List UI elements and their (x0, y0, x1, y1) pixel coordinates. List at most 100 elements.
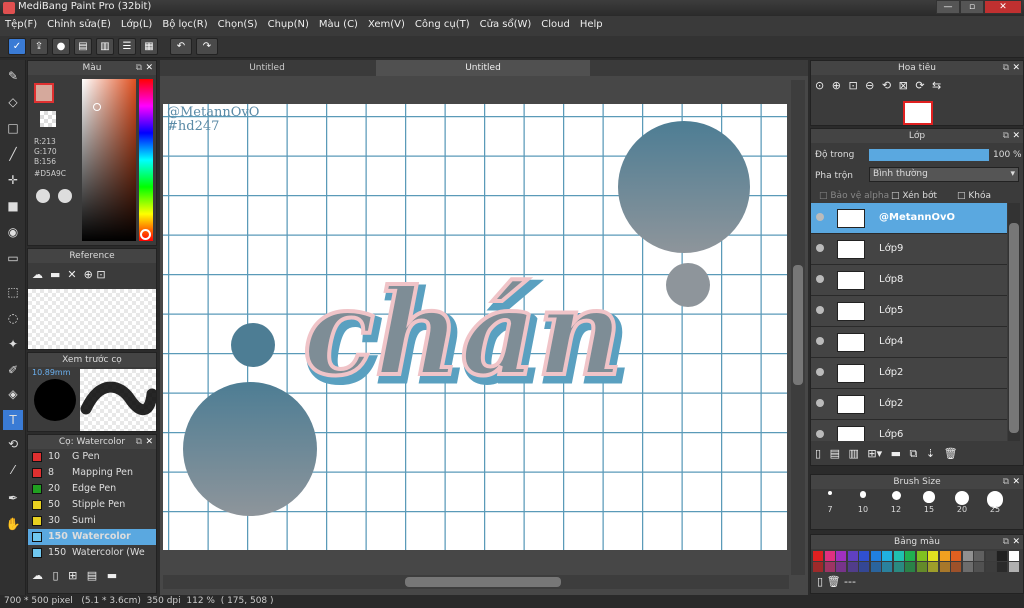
menu-select[interactable]: Chọn(S) (213, 16, 263, 33)
select-tool-icon[interactable]: ⬚ (3, 282, 23, 302)
zoom-in-icon[interactable]: ⊕ (832, 79, 841, 92)
palette-swatch[interactable] (1008, 551, 1019, 561)
drawing-canvas[interactable]: chán chán @MetannOvO #hd247 (163, 104, 787, 550)
select-pen-icon[interactable]: ✐ (3, 360, 23, 380)
palette-swatch[interactable] (824, 551, 835, 561)
upload-icon[interactable]: ⇪ (30, 38, 48, 55)
close-icon[interactable]: ✕ (1012, 61, 1020, 75)
close-icon[interactable]: ✕ (67, 268, 76, 281)
new-8bit-layer-icon[interactable]: ▥ (848, 447, 858, 460)
clipping-checkbox[interactable]: □ Xén bớt (891, 191, 937, 201)
protect-alpha-checkbox[interactable]: □ Bảo vệ alpha (819, 191, 889, 201)
brush-item[interactable]: 50 Stipple Pen (28, 497, 156, 513)
palette-swatch[interactable] (870, 562, 881, 572)
redo-button[interactable]: ↷ (196, 38, 218, 55)
horizontal-scroll-thumb[interactable] (405, 577, 561, 587)
hue-cursor[interactable] (140, 229, 151, 240)
palette-swatch[interactable] (962, 562, 973, 572)
bucket-tool-icon[interactable]: ◉ (3, 222, 23, 242)
new-layer-icon[interactable]: ▯ (815, 447, 821, 460)
brush-size-option[interactable]: 10 (848, 491, 878, 514)
close-icon[interactable]: ✕ (145, 61, 153, 75)
add-brush-icon[interactable]: ⊞ (68, 569, 77, 582)
palette-swatch[interactable] (836, 562, 846, 572)
rotate-left-icon[interactable]: ⟲ (882, 79, 891, 92)
palette-swatch[interactable] (939, 551, 950, 561)
menu-file[interactable]: Tệp(F) (0, 16, 42, 33)
fit-window-icon[interactable]: ⊠ (899, 79, 908, 92)
palette-icon[interactable] (36, 189, 50, 203)
brush-item[interactable]: 10 G Pen (28, 449, 156, 465)
palette-swatch[interactable] (813, 551, 823, 561)
close-icon[interactable]: ✕ (1012, 475, 1020, 489)
layer-row[interactable]: @MetannOvO (811, 203, 1007, 234)
operation-tool-icon[interactable]: ⟲ (3, 434, 23, 454)
palette-swatch[interactable] (985, 562, 996, 572)
brush-item[interactable]: 8 Mapping Pen (28, 465, 156, 481)
brush-size-option[interactable]: 20 (947, 491, 977, 514)
layer-row[interactable]: Lớp6 (811, 420, 1007, 441)
tab-untitled-2[interactable]: Untitled (376, 60, 590, 76)
grid-icon[interactable]: ▦ (140, 38, 158, 55)
saturation-square[interactable] (82, 79, 136, 241)
brush-item[interactable]: 30 Sumi (28, 513, 156, 529)
eye-icon[interactable] (816, 337, 824, 345)
menu-color[interactable]: Màu (C) (314, 16, 363, 33)
eye-icon[interactable] (816, 368, 824, 376)
layer-row[interactable]: Lớp9 (811, 234, 1007, 265)
layer-row[interactable]: Lớp4 (811, 327, 1007, 358)
palette-swatch[interactable] (985, 551, 996, 561)
menu-cloud[interactable]: Cloud (536, 16, 575, 33)
palette-swatch[interactable] (824, 562, 835, 572)
color-picker-cursor[interactable] (93, 103, 101, 111)
menu-layer[interactable]: Lớp(L) (116, 16, 157, 33)
palette-swatch[interactable] (847, 551, 858, 561)
comment-icon[interactable]: ▤ (74, 38, 92, 55)
brush-size-option[interactable]: 12 (881, 491, 911, 514)
palette-swatch[interactable] (974, 551, 984, 561)
brush-item[interactable]: 150 Watercolor (We (28, 545, 156, 561)
list-icon[interactable]: ☰ (118, 38, 136, 55)
hue-slider[interactable] (139, 79, 153, 241)
select-eraser-icon[interactable]: ◈ (3, 384, 23, 404)
folder-icon[interactable]: ▬ (107, 569, 117, 582)
palette-swatch[interactable] (836, 551, 846, 561)
palette-swatch[interactable] (974, 562, 984, 572)
navigator-thumbnail[interactable] (903, 101, 933, 125)
layer-row[interactable]: Lớp2 (811, 389, 1007, 420)
layer-row[interactable]: Lớp2 (811, 358, 1007, 389)
new-palette-icon[interactable]: ▯ (817, 575, 823, 588)
fill-shape-tool-icon[interactable]: ■ (3, 196, 23, 216)
palette-swatch[interactable] (859, 562, 869, 572)
palette-swatch[interactable] (893, 562, 904, 572)
vertical-scroll-thumb[interactable] (793, 265, 803, 385)
move-tool-icon[interactable]: ✛ (3, 170, 23, 190)
brush-item[interactable]: 20 Edge Pen (28, 481, 156, 497)
close-button[interactable]: ✕ (984, 0, 1022, 14)
blend-mode-select[interactable]: Bình thường ▾ (869, 167, 1019, 182)
text-tool-icon[interactable]: T (3, 410, 23, 430)
add-layer-dropdown-icon[interactable]: ⊞▾ (867, 447, 882, 460)
zoom-out-icon[interactable]: ⊖ (865, 79, 874, 92)
horizontal-scrollbar[interactable] (163, 575, 789, 589)
palette-swatch[interactable] (916, 562, 927, 572)
lock-checkbox[interactable]: □ Khóa (957, 191, 991, 201)
actual-size-icon[interactable]: ⊡ (848, 79, 857, 92)
eraser-tool-icon[interactable]: ◇ (3, 92, 23, 112)
cloud-icon[interactable]: ☁ (32, 569, 43, 582)
edit-brush-icon[interactable]: ▤ (87, 569, 97, 582)
palette-swatch[interactable] (962, 551, 973, 561)
palette-swatch[interactable] (882, 551, 892, 561)
magic-wand-icon[interactable]: ✦ (3, 334, 23, 354)
rotate-right-icon[interactable]: ⟳ (915, 79, 924, 92)
palette-swatch[interactable] (847, 562, 858, 572)
cloud-icon[interactable]: ☁ (32, 268, 43, 281)
tab-untitled-1[interactable]: Untitled (160, 60, 374, 76)
menu-snap[interactable]: Chụp(N) (263, 16, 314, 33)
new-halftone-layer-icon[interactable]: ▤ (830, 447, 840, 460)
zoom-icon[interactable]: ⊕ (84, 268, 93, 281)
menu-help[interactable]: Help (575, 16, 608, 33)
background-color[interactable] (40, 111, 56, 127)
vertical-scrollbar[interactable] (791, 80, 805, 575)
close-icon[interactable]: ✕ (1012, 535, 1020, 549)
